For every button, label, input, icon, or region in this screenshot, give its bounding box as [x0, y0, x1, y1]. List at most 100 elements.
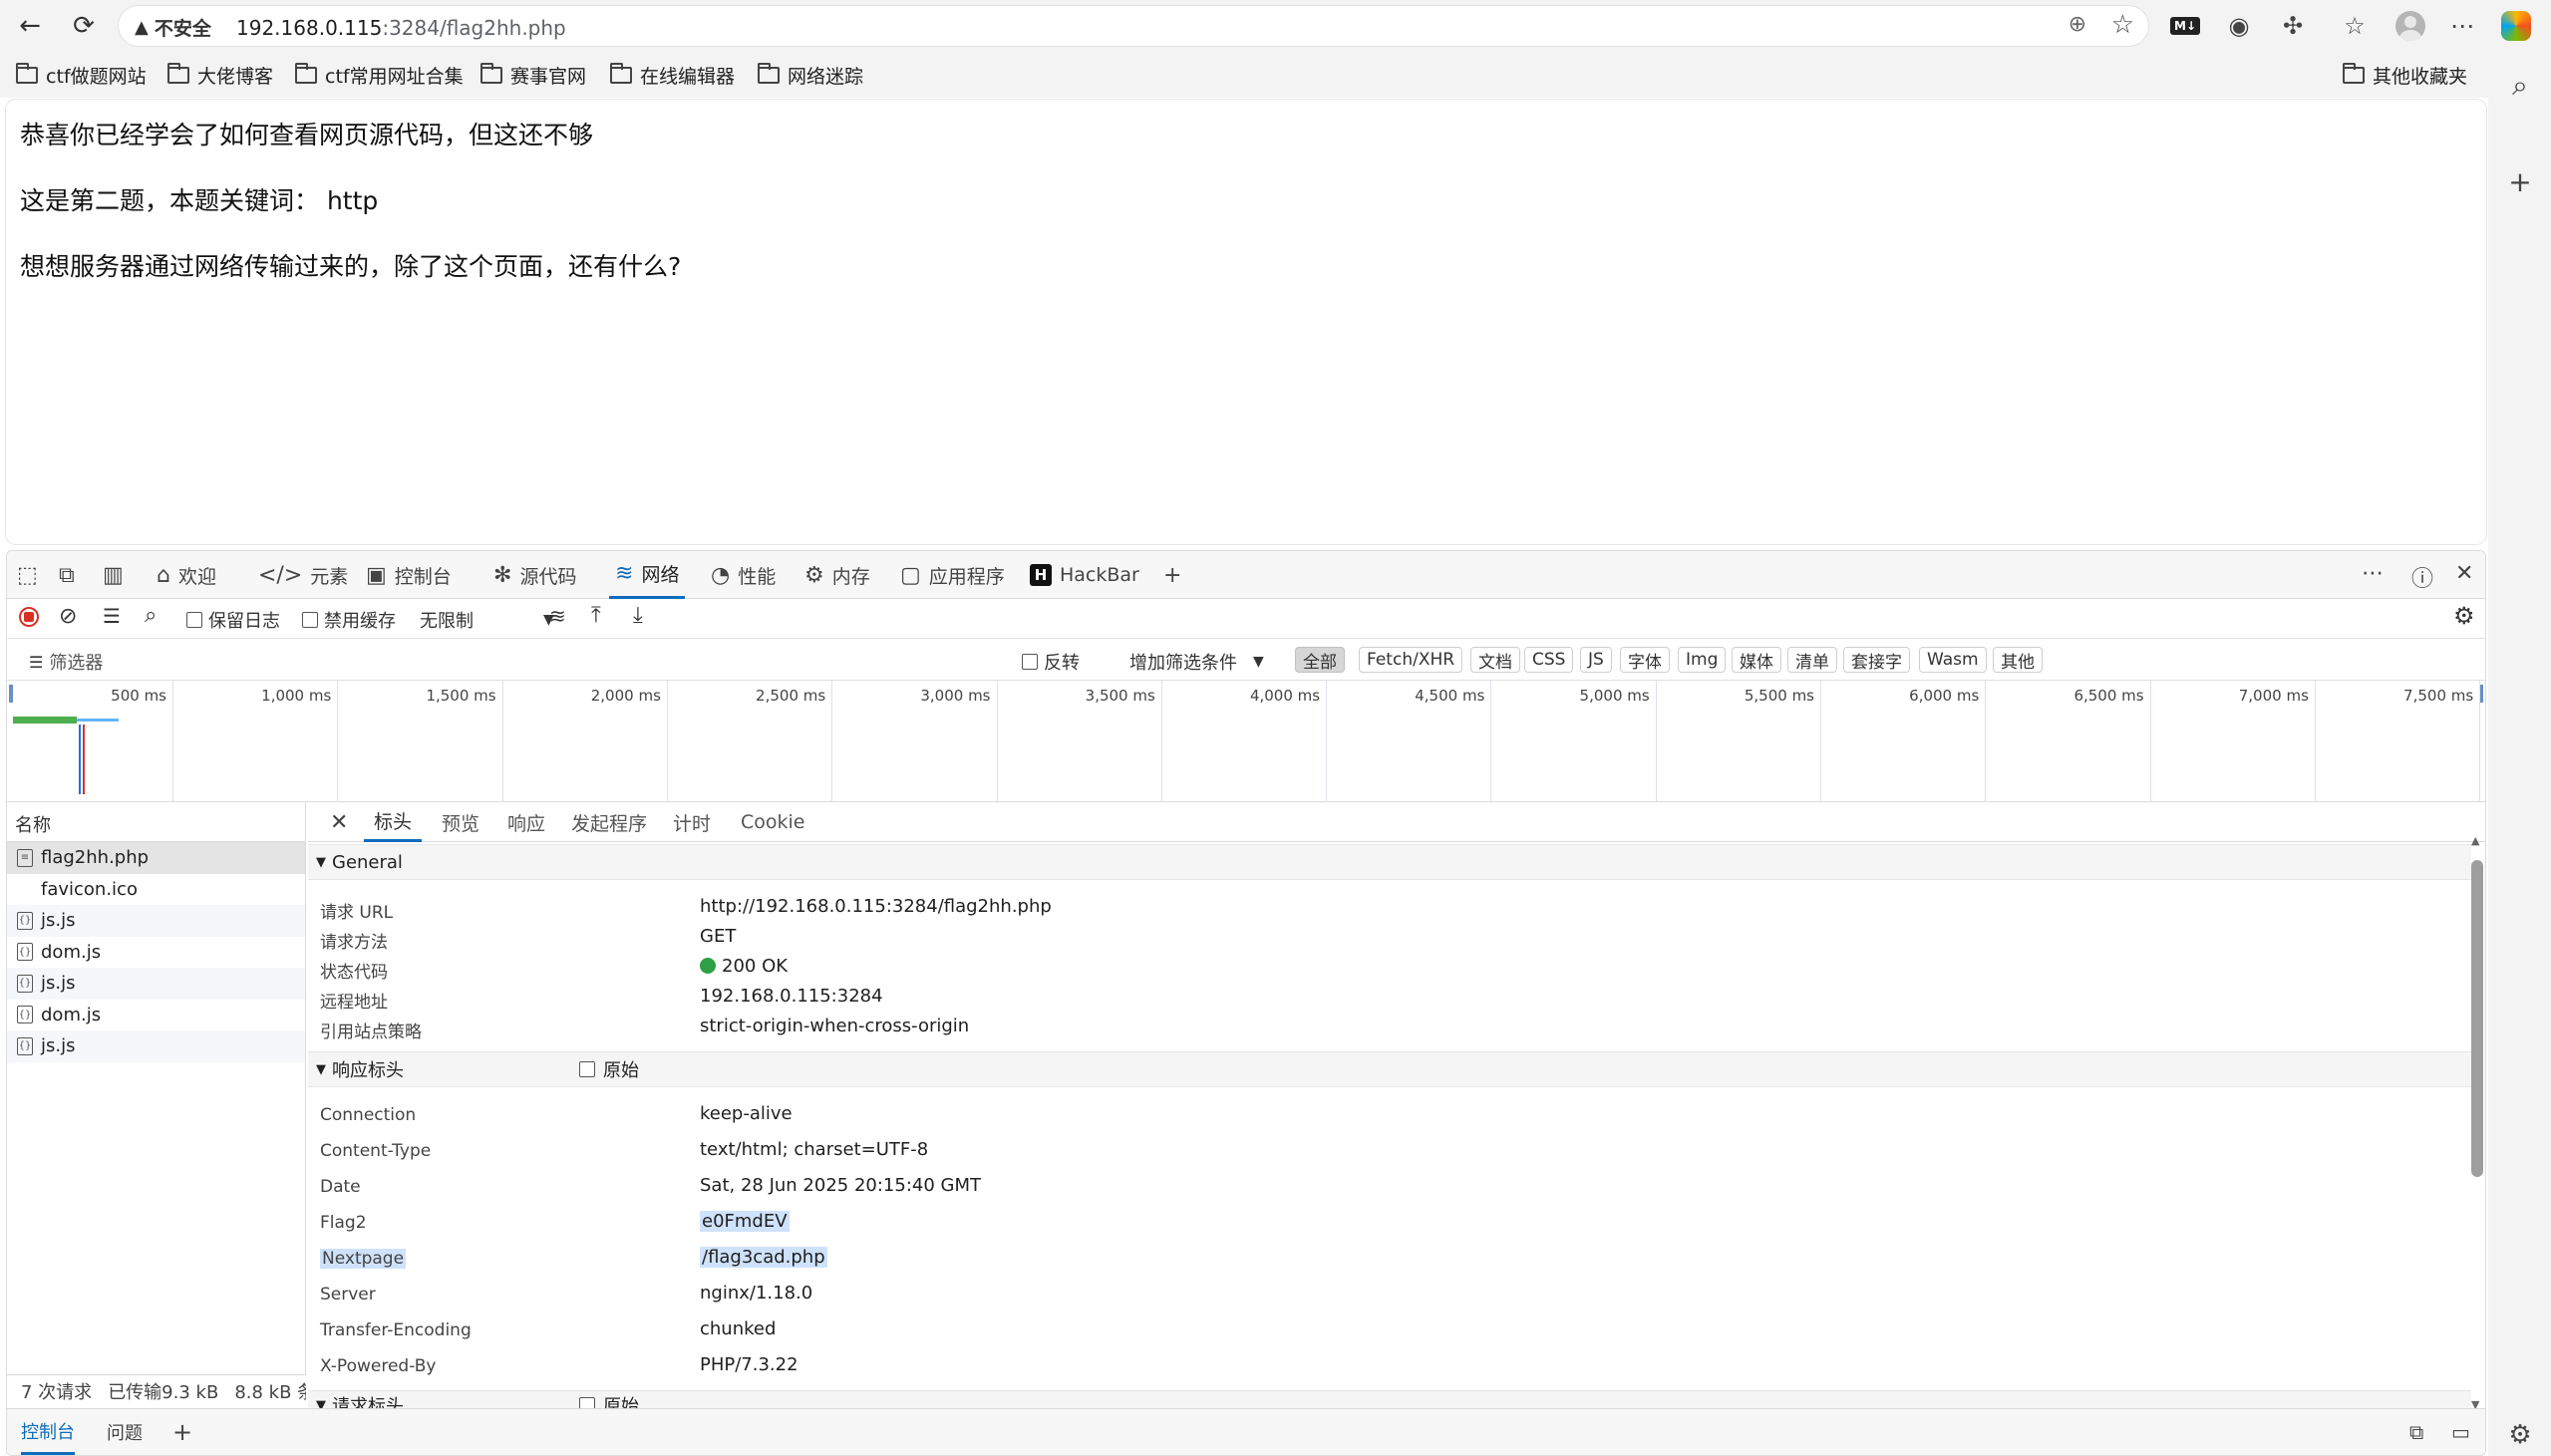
drawer-add-icon[interactable]: +: [172, 1409, 192, 1455]
favorites-list-icon[interactable]: ☆: [2337, 8, 2373, 44]
drawer-tab-console[interactable]: 控制台: [21, 1409, 75, 1455]
invert-checkbox[interactable]: 反转: [1022, 649, 1080, 675]
checkbox[interactable]: [1022, 654, 1038, 670]
tab-hackbar[interactable]: H HackBar: [1030, 551, 1139, 599]
extensions-puzzle-icon[interactable]: ✣: [2275, 8, 2311, 44]
tab-elements[interactable]: </> 元素: [258, 551, 348, 599]
device-toggle-icon[interactable]: ⧉: [59, 551, 75, 599]
detail-tab-response[interactable]: 响应: [507, 802, 545, 842]
zoom-icon[interactable]: ⊕: [2069, 12, 2086, 37]
help-icon[interactable]: ⓘ: [2411, 561, 2433, 593]
chip-manifest[interactable]: 清单: [1787, 647, 1837, 673]
chip-media[interactable]: 媒体: [1732, 647, 1781, 673]
dock-icon[interactable]: ▥: [103, 551, 124, 599]
network-settings-gear-icon[interactable]: ⚙: [2453, 602, 2475, 630]
checkbox[interactable]: [302, 612, 318, 628]
script-icon: {}: [17, 974, 33, 993]
home-icon: ⌂: [157, 562, 170, 588]
add-icon[interactable]: +: [2502, 163, 2538, 199]
bookmark-item[interactable]: 网络迷踪: [758, 62, 863, 89]
chip-fetch-xhr[interactable]: Fetch/XHR: [1359, 647, 1463, 673]
close-devtools-icon[interactable]: ✕: [2455, 561, 2473, 586]
network-conditions-icon[interactable]: ≋: [549, 604, 566, 628]
chip-font[interactable]: 字体: [1620, 647, 1670, 673]
drawer-toggle-icon[interactable]: ▭: [2451, 1409, 2470, 1455]
request-row[interactable]: {} dom.js: [7, 937, 305, 969]
back-arrow-icon[interactable]: ←: [10, 6, 50, 46]
copilot-icon[interactable]: [2498, 8, 2534, 44]
more-menu-icon[interactable]: ⋯: [2444, 8, 2480, 44]
checkbox[interactable]: [579, 1061, 595, 1077]
inspect-icon[interactable]: ⬚: [17, 551, 38, 599]
chip-socket[interactable]: 套接字: [1843, 647, 1910, 673]
detail-tab-cookie[interactable]: Cookie: [741, 802, 805, 842]
search-icon[interactable]: ⌕: [145, 603, 157, 628]
chip-js[interactable]: JS: [1580, 647, 1612, 673]
network-overview-timeline[interactable]: 500 ms 1,000 ms 1,500 ms 2,000 ms 2,500 ms 3,…: [7, 681, 2485, 802]
tab-network[interactable]: ≋ 网络: [609, 551, 686, 599]
gear-icon[interactable]: ⚙: [2502, 1417, 2538, 1453]
preserve-log-checkbox[interactable]: 保留日志: [186, 607, 280, 633]
address-bar[interactable]: ▲ 不安全 192.168.0.115:3284/flag2hh.php ⊕ ☆: [118, 5, 2149, 47]
tab-application[interactable]: ▢ 应用程序: [900, 551, 1005, 599]
chip-all[interactable]: 全部: [1295, 647, 1345, 673]
dock-drawer-icon[interactable]: ⧉: [2409, 1409, 2423, 1455]
request-row[interactable]: {} js.js: [7, 905, 305, 937]
general-section-header[interactable]: ▼ General: [308, 844, 2471, 880]
scrollbar-thumb[interactable]: [2471, 860, 2483, 1177]
filter-toggle-icon[interactable]: ☰: [103, 604, 121, 628]
add-tab-icon[interactable]: +: [1163, 551, 1181, 599]
checkbox[interactable]: [186, 612, 202, 628]
detail-tab-headers[interactable]: 标头: [364, 802, 423, 842]
name-column-header[interactable]: 名称: [7, 802, 305, 842]
export-har-icon[interactable]: ⤓: [633, 603, 643, 628]
more-options-icon[interactable]: ⋯: [2362, 561, 2384, 586]
url-text[interactable]: 192.168.0.115:3284/flag2hh.php: [236, 16, 566, 40]
disable-cache-checkbox[interactable]: 禁用缓存: [302, 607, 396, 633]
profile-avatar[interactable]: [2392, 8, 2428, 44]
bookmark-item[interactable]: ctf常用网址合集: [295, 62, 464, 89]
tab-performance[interactable]: ◔ 性能: [711, 551, 776, 599]
bookmark-item[interactable]: ctf做题网站: [16, 62, 147, 89]
more-filters-dropdown[interactable]: 增加筛选条件 ▼: [1129, 649, 1264, 675]
tab-memory[interactable]: ⚙ 内存: [804, 551, 870, 599]
detail-scrollbar[interactable]: ▲ ▼: [2471, 834, 2483, 1411]
detail-tab-initiator[interactable]: 发起程序: [571, 802, 647, 842]
bookmark-item[interactable]: 赛事官网: [480, 62, 586, 89]
favorite-star-icon[interactable]: ☆: [2111, 10, 2134, 40]
chip-img[interactable]: Img: [1678, 647, 1727, 673]
search-icon[interactable]: ⌕: [2502, 68, 2538, 104]
bookmark-item[interactable]: 在线编辑器: [610, 62, 735, 89]
timeline-handle-left[interactable]: [9, 685, 13, 703]
scroll-up-arrow-icon[interactable]: ▲: [2471, 834, 2479, 847]
throttle-select[interactable]: 无限制 ▼: [420, 607, 554, 633]
request-row[interactable]: {} js.js: [7, 968, 305, 1000]
chip-other[interactable]: 其他: [1993, 647, 2043, 673]
chip-doc[interactable]: 文档: [1470, 647, 1520, 673]
security-warning[interactable]: ▲ 不安全: [135, 14, 211, 41]
other-bookmarks[interactable]: 其他收藏夹: [2343, 62, 2467, 89]
tab-welcome[interactable]: ⌂ 欢迎: [157, 551, 216, 599]
clear-icon[interactable]: ⊘: [59, 604, 77, 629]
request-row[interactable]: ≡ flag2hh.php: [7, 842, 305, 874]
filter-input[interactable]: ☰ 筛选器: [29, 649, 103, 675]
raw-checkbox[interactable]: 原始: [579, 1056, 639, 1082]
record-button[interactable]: [19, 607, 39, 627]
detail-tab-timing[interactable]: 计时: [673, 802, 711, 842]
request-row[interactable]: {} dom.js: [7, 1000, 305, 1031]
markdown-extension-icon[interactable]: M↓: [2167, 8, 2203, 44]
chip-css[interactable]: CSS: [1524, 647, 1574, 673]
extension-circle-icon[interactable]: ◉: [2221, 8, 2257, 44]
chip-wasm[interactable]: Wasm: [1919, 647, 1987, 673]
bookmark-item[interactable]: 大佬博客: [167, 62, 273, 89]
tab-sources[interactable]: ✻ 源代码: [493, 551, 576, 599]
close-detail-icon[interactable]: ✕: [330, 802, 348, 842]
reload-icon[interactable]: ⟳: [64, 6, 104, 46]
drawer-tab-issues[interactable]: 问题: [107, 1409, 143, 1455]
import-har-icon[interactable]: ⤒: [591, 603, 601, 628]
tab-console[interactable]: ▣ 控制台: [366, 551, 452, 599]
request-row[interactable]: favicon.ico: [7, 874, 305, 906]
response-headers-section-header[interactable]: ▼ 响应标头 原始: [308, 1051, 2471, 1087]
request-row[interactable]: {} js.js: [7, 1030, 305, 1062]
detail-tab-preview[interactable]: 预览: [442, 802, 479, 842]
